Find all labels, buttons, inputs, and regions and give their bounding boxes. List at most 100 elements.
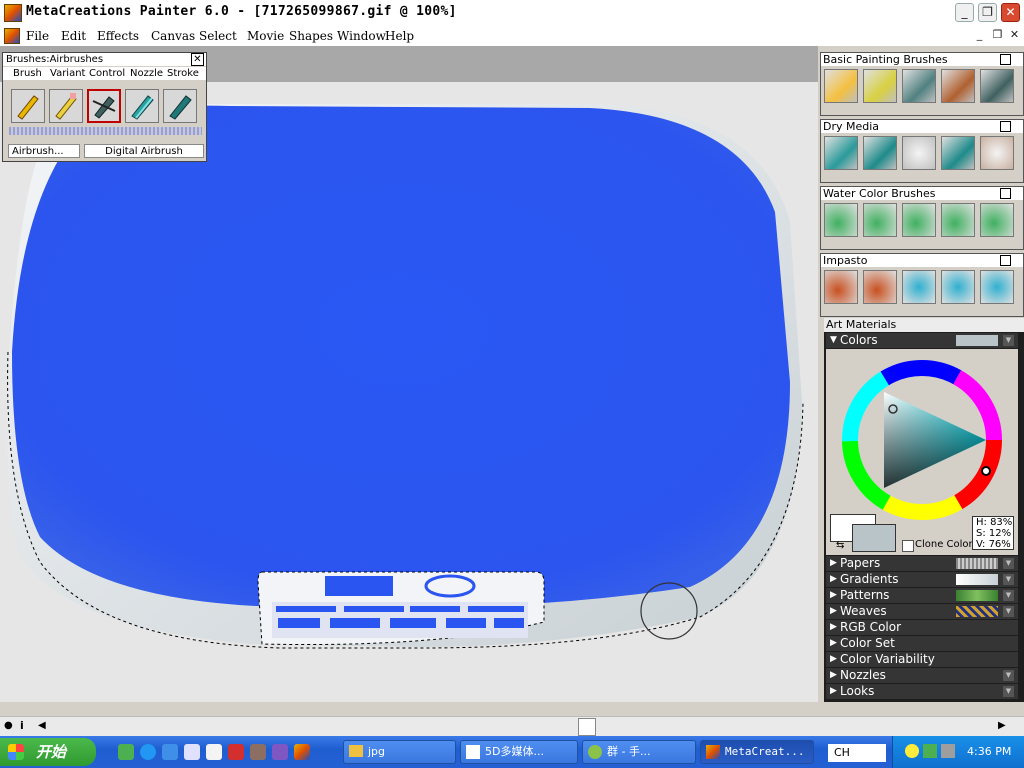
doc-close-button[interactable]: ✕ [1007, 28, 1022, 43]
taskbar-button-5d[interactable]: 5D多媒体... [460, 740, 578, 764]
scroll-right-icon[interactable]: ▶ [998, 720, 1006, 731]
menu-window[interactable]: Window [337, 29, 386, 43]
menu-shapes[interactable]: Shapes [289, 29, 333, 43]
doc-minimize-button[interactable]: _ [972, 28, 987, 43]
impasto-texture-icon[interactable] [941, 270, 975, 304]
painter-icon[interactable] [294, 744, 310, 760]
tab-control[interactable]: Control [89, 68, 125, 79]
tray-user-icon[interactable] [905, 744, 919, 758]
menu-select[interactable]: Select [199, 29, 237, 43]
document-canvas[interactable] [0, 82, 818, 702]
impasto-brush-icon[interactable] [863, 270, 897, 304]
scroll-left-icon[interactable]: ◀ [38, 720, 46, 731]
hue-marker[interactable] [981, 466, 991, 476]
acrobat-icon[interactable] [228, 744, 244, 760]
felt-pen-brush-icon[interactable] [163, 89, 197, 123]
tab-stroke[interactable]: Stroke [167, 68, 199, 79]
section-weaves[interactable]: ▶ Weaves ▼ [826, 604, 1018, 619]
taskbar-button-jpg[interactable]: jpg [343, 740, 456, 764]
painter-app-icon[interactable] [4, 4, 22, 22]
section-looks[interactable]: ▶ Looks ▼ [826, 684, 1018, 699]
globe-icon[interactable] [140, 744, 156, 760]
horizontal-scrollbar[interactable]: ● i ◀ ▶ [0, 716, 1024, 737]
panel-toggle-icon[interactable] [1000, 121, 1011, 132]
menu-effects[interactable]: Effects [97, 29, 139, 43]
taskbar-button-qun[interactable]: 群 - 手... [582, 740, 696, 764]
section-patterns[interactable]: ▶ Patterns ▼ [826, 588, 1018, 603]
watercolor-brush-icon[interactable] [902, 203, 936, 237]
secondary-color-swatch[interactable] [852, 524, 896, 552]
dropdown-icon[interactable]: ▼ [1003, 558, 1014, 569]
doc-restore-button[interactable]: ❐ [990, 28, 1005, 43]
taskbar-button-painter[interactable]: MetaCreat... [700, 740, 814, 764]
dropdown-icon[interactable]: ▼ [1003, 335, 1014, 346]
menu-help[interactable]: Help [385, 29, 414, 43]
chalk-brush-icon[interactable] [125, 89, 159, 123]
dropdown-icon[interactable]: ▼ [1003, 590, 1014, 601]
panel-toggle-icon[interactable] [1000, 54, 1011, 65]
panel-toggle-icon[interactable] [1000, 188, 1011, 199]
editor-icon[interactable] [272, 744, 288, 760]
section-papers[interactable]: ▶ Papers ▼ [826, 556, 1018, 571]
minimize-button[interactable]: _ [955, 3, 974, 22]
palette-close-icon[interactable]: ✕ [191, 53, 204, 66]
dropdown-icon[interactable]: ▼ [1003, 574, 1014, 585]
section-nozzles[interactable]: ▶ Nozzles ▼ [826, 668, 1018, 683]
tab-brush[interactable]: Brush [13, 68, 42, 79]
pastel-icon[interactable] [941, 136, 975, 170]
pen-icon[interactable] [902, 69, 936, 103]
swap-colors-icon[interactable]: ⇆ [836, 540, 844, 551]
blender-icon[interactable] [902, 136, 936, 170]
tab-nozzle[interactable]: Nozzle [130, 68, 163, 79]
pencil-icon[interactable] [824, 69, 858, 103]
section-color-variability[interactable]: ▶ Color Variability [826, 652, 1018, 667]
section-gradients[interactable]: ▶ Gradients ▼ [826, 572, 1018, 587]
tool-icon[interactable] [250, 744, 266, 760]
section-color-set[interactable]: ▶ Color Set [826, 636, 1018, 651]
chalk-icon[interactable] [824, 136, 858, 170]
scroll-thumb[interactable] [578, 718, 596, 736]
network-icon[interactable] [923, 744, 937, 758]
impasto-texture-icon[interactable] [902, 270, 936, 304]
maximize-button[interactable]: ❐ [978, 3, 997, 22]
dropdown-icon[interactable]: ▼ [1003, 686, 1014, 697]
app-icon[interactable] [184, 744, 200, 760]
clone-color-checkbox[interactable] [902, 540, 914, 552]
brush-variant-field[interactable]: Digital Airbrush [84, 144, 204, 158]
eraser-brush-icon[interactable] [49, 89, 83, 123]
quicklaunch-icon[interactable] [118, 744, 134, 760]
language-bar[interactable]: CH [828, 744, 886, 762]
airbrush-icon[interactable] [980, 69, 1014, 103]
watercolor-brush-icon[interactable] [863, 203, 897, 237]
notepad-icon[interactable] [206, 744, 222, 760]
charcoal-icon[interactable] [863, 136, 897, 170]
info-icon[interactable]: i [20, 719, 24, 732]
record-icon[interactable]: ● [4, 720, 13, 731]
dropdown-icon[interactable]: ▼ [1003, 670, 1014, 681]
panel-toggle-icon[interactable] [1000, 255, 1011, 266]
watercolor-brush-icon[interactable] [941, 203, 975, 237]
tab-variant[interactable]: Variant [50, 68, 85, 79]
pencil-brush-icon[interactable] [11, 89, 45, 123]
close-button[interactable]: ✕ [1001, 3, 1020, 22]
eraser-icon[interactable] [863, 69, 897, 103]
menu-movie[interactable]: Movie [247, 29, 284, 43]
document-icon[interactable] [4, 28, 20, 44]
watercolor-brush-icon[interactable] [980, 203, 1014, 237]
menu-edit[interactable]: Edit [61, 29, 86, 43]
brush-icon[interactable] [941, 69, 975, 103]
colors-section-header[interactable]: ▼ Colors ▼ [826, 333, 1018, 348]
section-rgb-color[interactable]: ▶ RGB Color [826, 620, 1018, 635]
airbrush-brush-icon[interactable] [87, 89, 121, 123]
impasto-texture-icon[interactable] [980, 270, 1014, 304]
menu-file[interactable]: File [26, 29, 49, 43]
ie-icon[interactable] [162, 744, 178, 760]
impasto-brush-icon[interactable] [824, 270, 858, 304]
dropdown-icon[interactable]: ▼ [1003, 606, 1014, 617]
brush-category-field[interactable]: Airbrush... [8, 144, 80, 158]
menu-canvas[interactable]: Canvas [151, 29, 195, 43]
watercolor-brush-icon[interactable] [824, 203, 858, 237]
smudge-icon[interactable] [980, 136, 1014, 170]
brush-drawer-bar[interactable] [9, 127, 202, 135]
volume-icon[interactable] [941, 744, 955, 758]
